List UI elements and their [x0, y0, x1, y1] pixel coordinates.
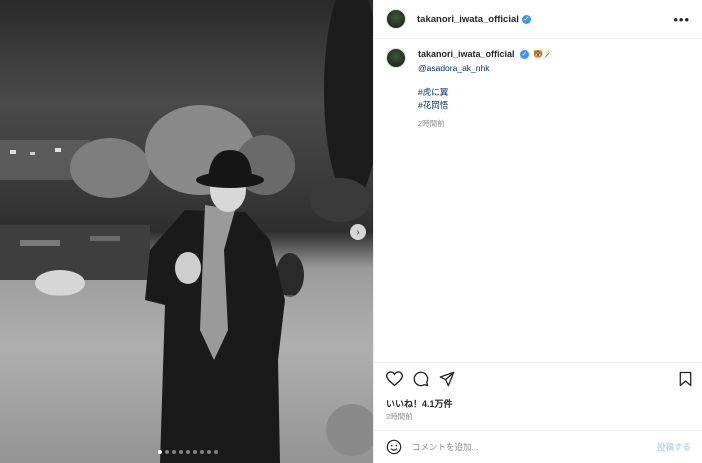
share-icon[interactable]	[439, 371, 455, 387]
carousel-dot	[200, 450, 204, 454]
comment-bar: 投稿する	[374, 430, 702, 463]
verified-badge-icon: ✓	[519, 50, 529, 60]
photo-scene	[0, 0, 373, 463]
post-header: takanori_iwata_official ✓ •••	[374, 0, 702, 39]
more-options-icon[interactable]: •••	[673, 12, 690, 27]
post-side-panel: takanori_iwata_official ✓ ••• takanori_i…	[373, 0, 702, 463]
carousel-dot	[193, 450, 197, 454]
avatar[interactable]	[386, 9, 406, 29]
caption-emoji: 🐯🪄	[533, 50, 554, 59]
carousel-dot	[186, 450, 190, 454]
hashtag-link[interactable]: #花岡悟	[418, 99, 691, 112]
caption-avatar[interactable]	[386, 48, 406, 68]
likes-count[interactable]: いいね！4.1万件	[386, 397, 453, 410]
heart-icon[interactable]	[386, 371, 403, 387]
mention-link[interactable]: @asadora_ak_nhk	[418, 62, 691, 75]
caption-username[interactable]: takanori_iwata_official	[418, 49, 515, 59]
post-photo: ›	[0, 0, 373, 463]
caption-timestamp: 2時間前	[418, 119, 445, 128]
comment-input[interactable]	[412, 442, 657, 452]
carousel-dot	[179, 450, 183, 454]
carousel-dot	[172, 450, 176, 454]
post-comment-button[interactable]: 投稿する	[657, 441, 691, 453]
carousel-dot	[207, 450, 211, 454]
hashtag-link[interactable]: #虎に翼	[418, 86, 691, 99]
carousel-dots	[158, 450, 218, 454]
post-timestamp: 2時間前	[386, 412, 413, 421]
carousel-dot	[158, 450, 162, 454]
carousel-dot	[214, 450, 218, 454]
carousel-next-button[interactable]: ›	[350, 224, 366, 240]
bookmark-icon[interactable]	[679, 371, 692, 387]
caption: takanori_iwata_official ✓ 🐯🪄 @asadora_ak…	[386, 48, 691, 131]
carousel-dot	[165, 450, 169, 454]
username-link[interactable]: takanori_iwata_official	[417, 14, 519, 25]
comment-icon[interactable]	[413, 371, 429, 387]
emoji-icon[interactable]	[386, 439, 402, 455]
verified-badge-icon: ✓	[521, 14, 531, 24]
